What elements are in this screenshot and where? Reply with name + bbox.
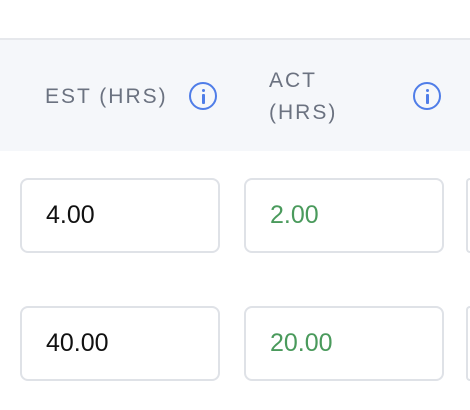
top-area — [0, 0, 470, 38]
info-icon[interactable] — [413, 82, 441, 110]
act-hrs-column-header: ACT (HRS) — [269, 69, 338, 124]
info-icon-bar — [426, 94, 429, 104]
est-hrs-column-header: EST (HRS) — [45, 85, 168, 108]
next-column-input-edge[interactable] — [466, 178, 470, 253]
table-header: EST (HRS) ACT (HRS) — [0, 40, 470, 151]
info-icon[interactable] — [189, 82, 217, 110]
info-icon-bar — [202, 94, 205, 104]
time-tracking-table: EST (HRS) ACT (HRS) 4.00 2.00 40.00 20.0… — [0, 0, 470, 410]
act-hrs-input[interactable]: 20.00 — [244, 306, 444, 381]
info-icon-dot — [426, 89, 429, 92]
est-hrs-input[interactable]: 4.00 — [20, 178, 220, 253]
next-column-input-edge[interactable] — [466, 306, 470, 381]
est-hrs-input[interactable]: 40.00 — [20, 306, 220, 381]
info-icon-dot — [202, 89, 205, 92]
act-hrs-input[interactable]: 2.00 — [244, 178, 444, 253]
